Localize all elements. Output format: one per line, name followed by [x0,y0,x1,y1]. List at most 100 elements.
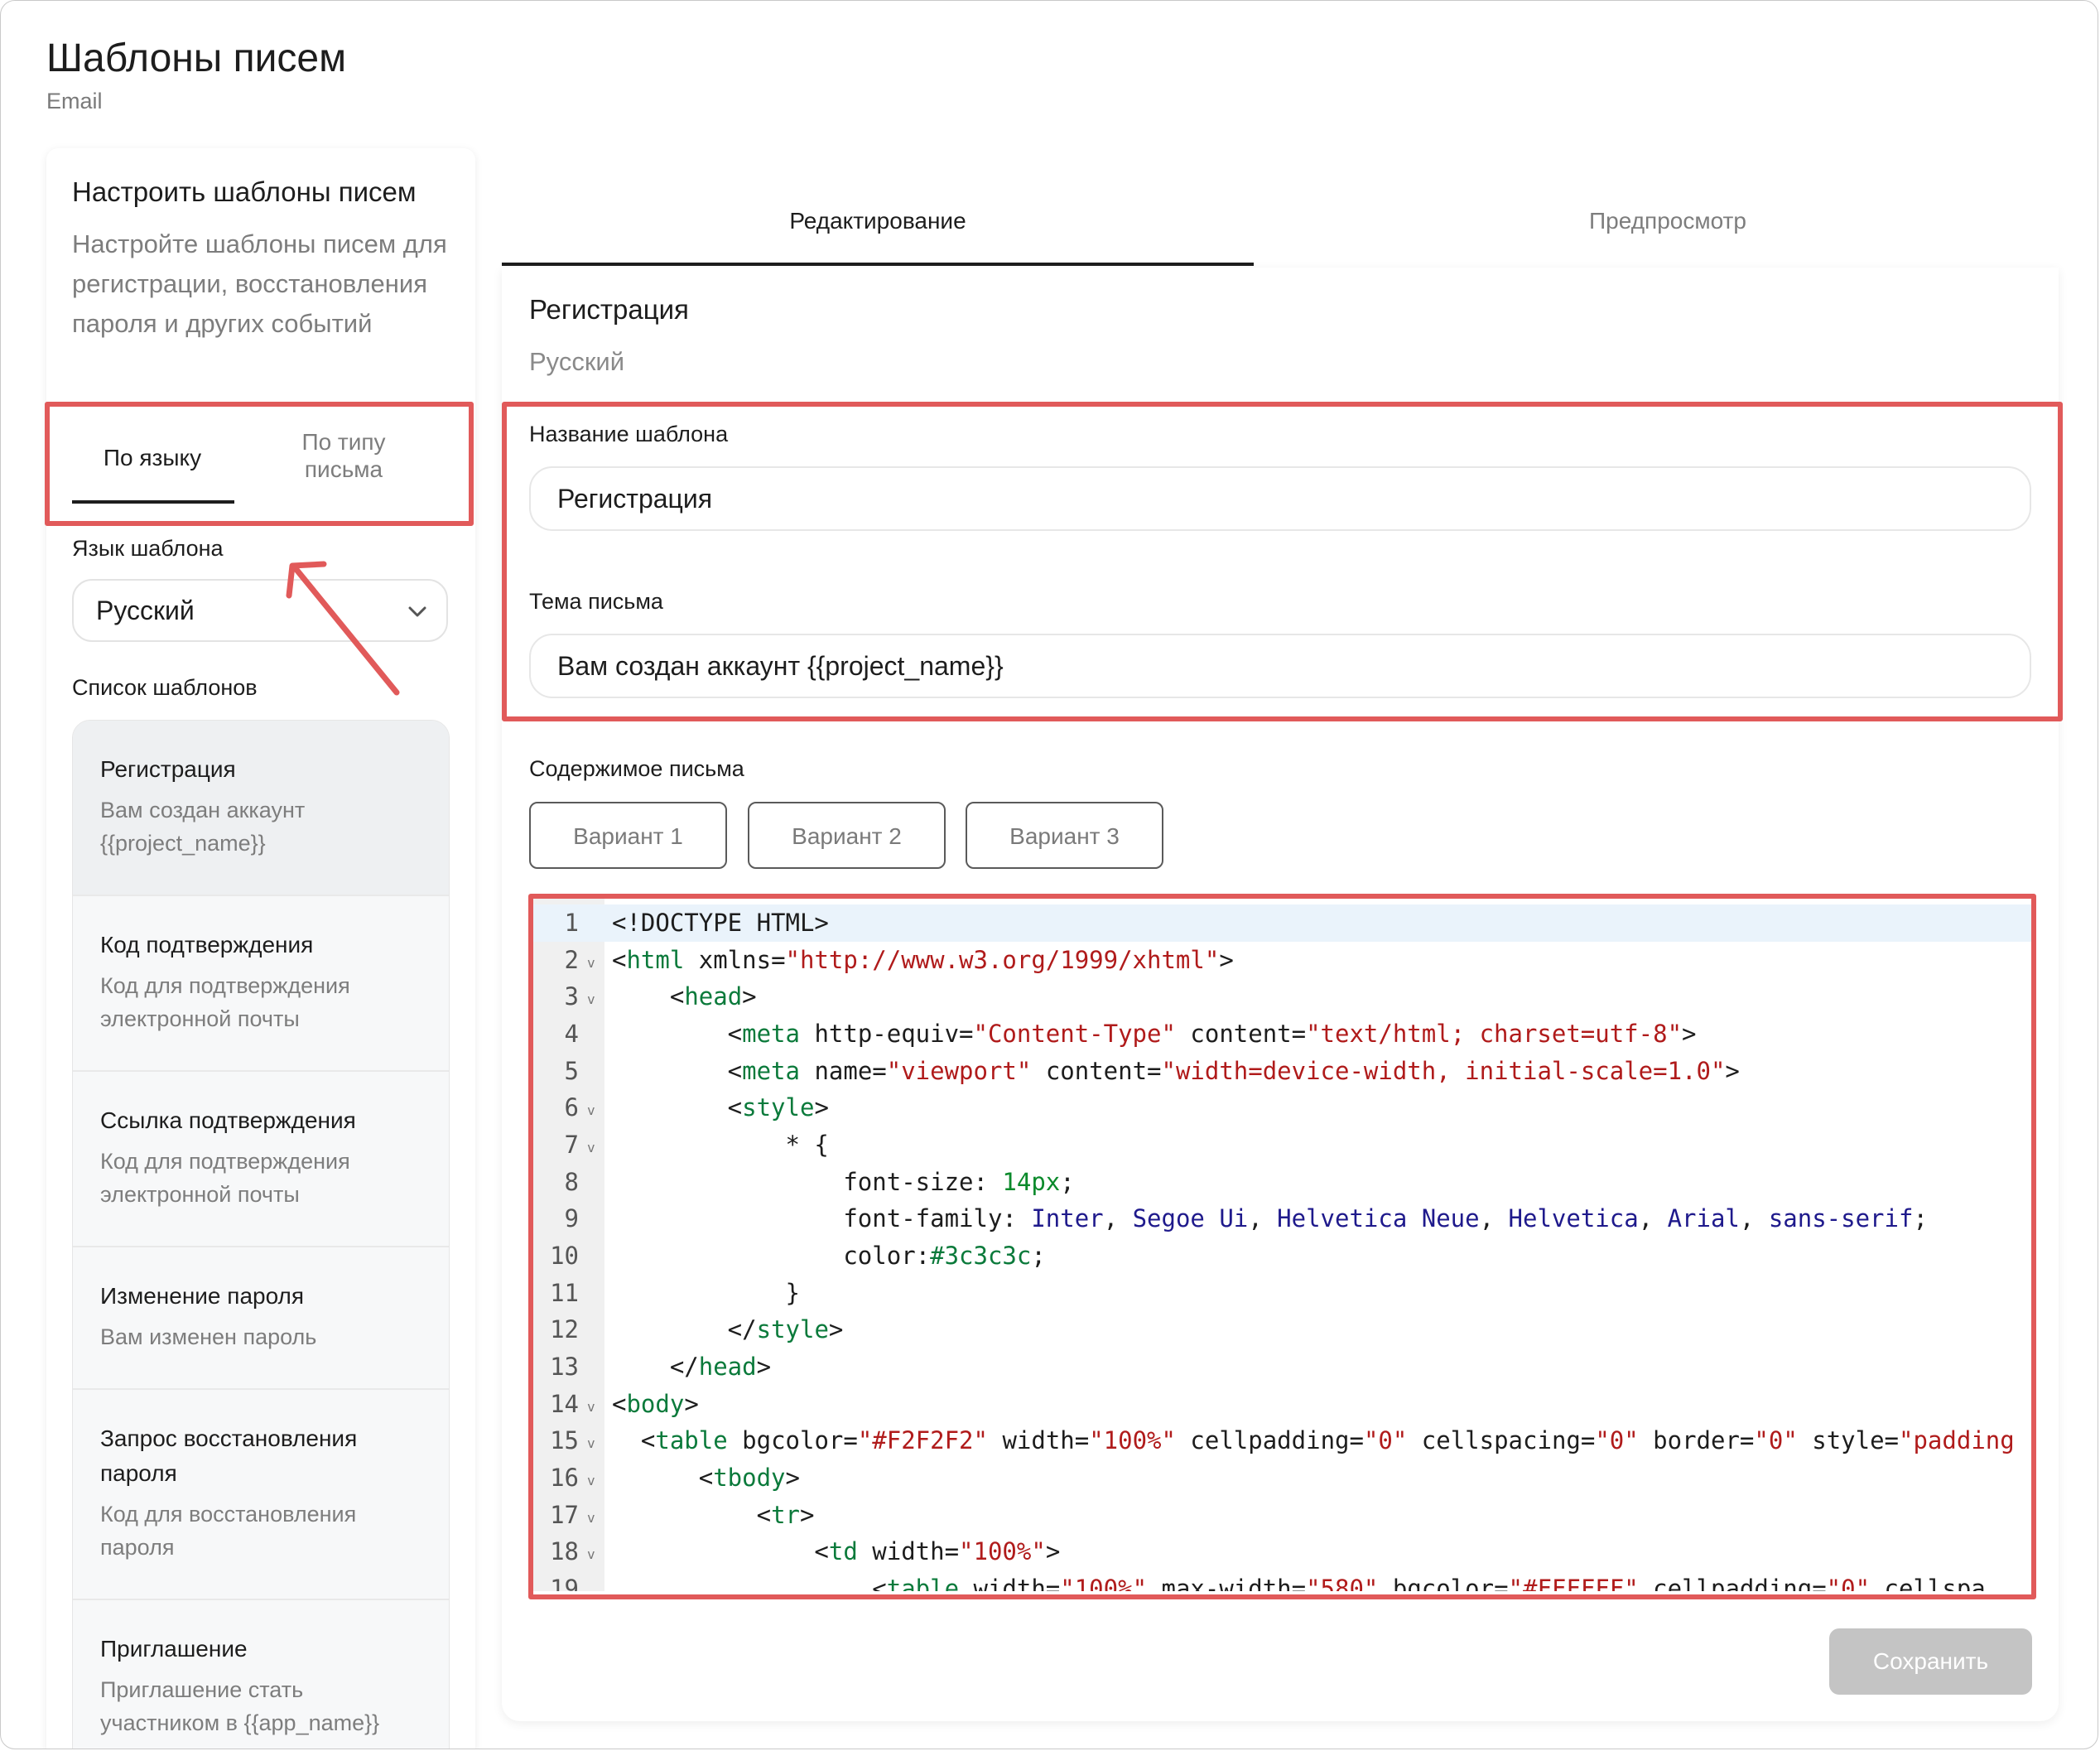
list-item-desc: пароля [100,1535,175,1560]
code-line: 1 <!DOCTYPE HTML> [529,904,2031,942]
subject-input[interactable] [529,634,2031,698]
code-text: font-family: Inter, Segoe Ui, Helvetica … [612,1204,1928,1232]
variant-2-button[interactable]: Вариант 2 [748,802,946,869]
line-number: 3 [564,982,579,1011]
variant-1-button[interactable]: Вариант 1 [529,802,727,869]
line-number: 5 [564,1057,579,1085]
code-line: 10 color:#3c3c3c; [529,1237,2031,1275]
fold-icon[interactable]: v [587,991,595,1007]
code-line: 7 v * { [529,1126,2031,1164]
list-item-confirm-link[interactable]: Ссылка подтверждения Код для подтвержден… [73,1072,449,1247]
code-text: font-size: 14px; [612,1168,1075,1196]
line-number: 16 [550,1464,579,1492]
list-item-password-change[interactable]: Изменение пароля Вам изменен пароль [73,1247,449,1390]
template-editor-panel: Регистрация Русский Название шаблона Тем… [502,268,2059,1721]
tab-by-type[interactable]: По типу письма [274,428,413,483]
fold-icon[interactable]: v [587,1102,595,1118]
panel-title: Настроить шаблоны писем [72,176,417,207]
code-editor[interactable]: 1 <!DOCTYPE HTML> 2 v <html xmlns="http:… [529,899,2031,1591]
fold-icon[interactable]: v [587,1546,595,1562]
fold-icon[interactable]: v [587,1140,595,1155]
tab-by-type-line1: По типу [301,429,386,455]
code-line: 14 v <body> [529,1386,2031,1423]
list-item-desc: Код для подтверждения [100,1149,350,1174]
list-item-invitation[interactable]: Приглашение Приглашение стать участником… [73,1600,449,1749]
line-number: 8 [564,1168,579,1196]
list-item-name: Приглашение [100,1636,248,1662]
list-item-password-reset[interactable]: Запрос восстановления пароля Код для вос… [73,1390,449,1600]
fold-icon[interactable]: v [587,955,595,971]
code-line: 19 <table width="100%" max-width="580" b… [529,1570,2031,1591]
code-line: 15 v <table bgcolor="#F2F2F2" width="100… [529,1422,2031,1459]
fold-icon[interactable]: v [587,1510,595,1526]
red-arrow-icon [286,561,400,696]
line-number: 17 [550,1501,579,1529]
code-text: <table bgcolor="#F2F2F2" width="100%" ce… [612,1426,2015,1454]
save-button[interactable]: Сохранить [1829,1628,2032,1695]
code-line: 5 <meta name="viewport" content="width=d… [529,1053,2031,1090]
language-label: Язык шаблона [72,536,224,561]
app-window: Шаблоны писем Email Настроить шаблоны пи… [0,0,2098,1749]
line-number: 15 [550,1426,579,1454]
list-item-name: Регистрация [100,756,236,782]
active-tab-indicator [502,263,1254,266]
code-text: <td width="100%"> [612,1537,1061,1565]
code-text: <meta name="viewport" content="width=dev… [612,1057,1740,1085]
code-line: 6 v <style> [529,1089,2031,1126]
line-number: 1 [564,909,579,937]
code-line: 8 font-size: 14px; [529,1164,2031,1201]
editor-title: Регистрация [529,294,689,325]
line-number: 4 [564,1020,579,1048]
list-item-confirm-code[interactable]: Код подтверждения Код для подтверждения … [73,896,449,1072]
panel-description: Настройте шаблоны писем для регистрации,… [72,229,447,338]
list-item-desc: электронной почты [100,1006,300,1031]
line-number: 2 [564,946,579,974]
page-title: Шаблоны писем [46,36,347,80]
code-line: 16 v <tbody> [529,1459,2031,1497]
tab-edit[interactable]: Редактирование [502,208,1254,234]
list-item-desc: Вам изменен пароль [100,1324,317,1349]
line-number: 7 [564,1131,579,1159]
list-item-name: Запрос восстановления [100,1425,358,1451]
list-item-registration[interactable]: Регистрация Вам создан аккаунт {{project… [73,721,449,896]
code-text: <meta http-equiv="Content-Type" content=… [612,1020,1697,1048]
line-number: 12 [550,1315,579,1343]
code-line: 18 v <td width="100%"> [529,1533,2031,1570]
tab-by-language[interactable]: По языку [71,445,234,471]
code-line: 2 v <html xmlns="http://www.w3.org/1999/… [529,942,2031,979]
code-text: <html xmlns="http://www.w3.org/1999/xhtm… [612,946,1234,974]
code-line: 4 <meta http-equiv="Content-Type" conten… [529,1015,2031,1053]
list-item-name: Код подтверждения [100,932,314,958]
tab-preview[interactable]: Предпросмотр [1254,208,2082,234]
variant-3-button[interactable]: Вариант 3 [966,802,1163,869]
code-text: <!DOCTYPE HTML> [612,909,829,937]
list-item-desc: {{project_name}} [100,831,266,856]
code-text: <tr> [612,1501,815,1529]
template-list: Регистрация Вам создан аккаунт {{project… [72,720,450,1749]
fold-icon[interactable]: v [587,1435,595,1451]
line-number: 6 [564,1093,579,1122]
language-select-value: Русский [96,596,195,625]
line-number: 9 [564,1204,579,1232]
subject-label: Тема письма [529,589,663,614]
line-number: 13 [550,1353,579,1381]
template-name-input[interactable] [529,466,2031,531]
fold-icon[interactable]: v [587,1473,595,1488]
template-list-label: Список шаблонов [72,675,258,700]
fold-icon[interactable]: v [587,1399,595,1415]
code-text: </style> [612,1315,844,1343]
code-text: color:#3c3c3c; [612,1242,1046,1270]
code-text: * { [612,1131,829,1159]
code-text: } [612,1279,800,1307]
code-text: </head> [612,1353,772,1381]
line-number: 10 [550,1242,579,1270]
tab-by-type-line2: письма [304,456,383,482]
line-number: 11 [550,1279,579,1307]
code-line: 12 </style> [529,1311,2031,1348]
editor-language: Русский [529,347,625,376]
code-text: <style> [612,1093,829,1122]
template-name-label: Название шаблона [529,422,729,446]
list-item-desc: электронной почты [100,1182,300,1207]
content-label: Содержимое письма [529,756,744,781]
list-item-desc: Приглашение стать [100,1677,304,1702]
